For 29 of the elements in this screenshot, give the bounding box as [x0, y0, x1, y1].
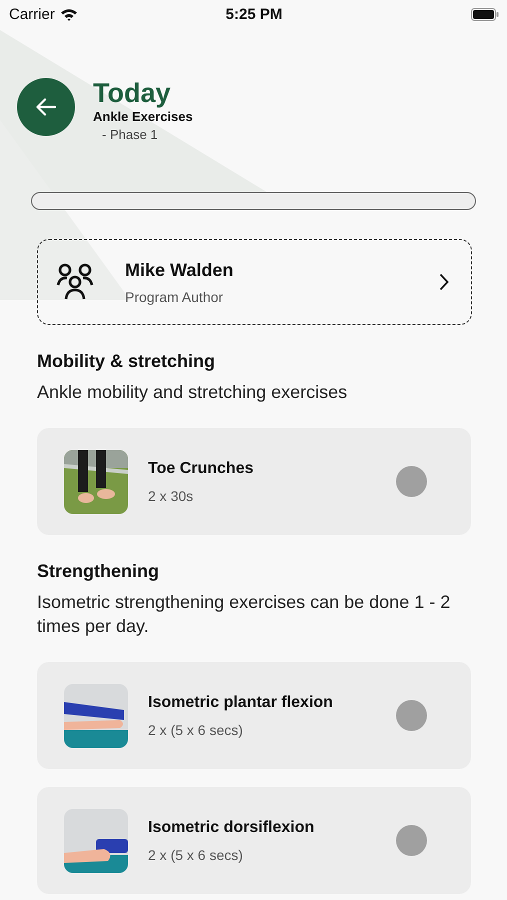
people-icon [56, 263, 94, 301]
program-phase: - Phase 1 [101, 126, 159, 144]
program-name: Ankle Exercises [93, 108, 193, 125]
exercise-name: Isometric dorsiflexion [148, 818, 316, 836]
author-name: Mike Walden [125, 260, 234, 280]
exercise-name: Isometric plantar flexion [148, 694, 334, 712]
exercise-card[interactable]: Isometric plantar flexion 2 x (5 x 6 secs) [37, 662, 471, 769]
complete-toggle[interactable] [396, 700, 427, 731]
section-description: Ankle mobility and stretching exercises [37, 381, 348, 404]
author-role: Program Author [125, 288, 224, 304]
section-title: Strengthening [37, 561, 160, 582]
chevron-right-icon [439, 273, 449, 291]
complete-toggle[interactable] [396, 825, 427, 856]
battery-icon [470, 8, 499, 20]
carrier-name: Carrier [9, 6, 55, 22]
page-title: Today [93, 78, 172, 108]
back-arrow-icon [36, 98, 56, 116]
complete-toggle[interactable] [396, 466, 427, 497]
exercise-dose: 2 x (5 x 6 secs) [148, 846, 244, 862]
status-time: 5:25 PM [224, 6, 284, 22]
exercise-dose: 2 x 30s [148, 488, 194, 504]
section-description: Isometric strengthening exercises can be done 1 - 2 times per day. [37, 591, 452, 638]
wifi-icon [60, 8, 78, 20]
exercise-card[interactable]: Isometric dorsiflexion 2 x (5 x 6 secs) [37, 787, 471, 894]
exercise-card[interactable]: Toe Crunches 2 x 30s [37, 428, 471, 535]
exercise-name: Toe Crunches [148, 460, 254, 478]
exercise-dose: 2 x (5 x 6 secs) [148, 722, 244, 738]
section-title: Mobility & stretching [37, 351, 216, 372]
author-card[interactable]: Mike Walden Program Author [37, 239, 472, 325]
